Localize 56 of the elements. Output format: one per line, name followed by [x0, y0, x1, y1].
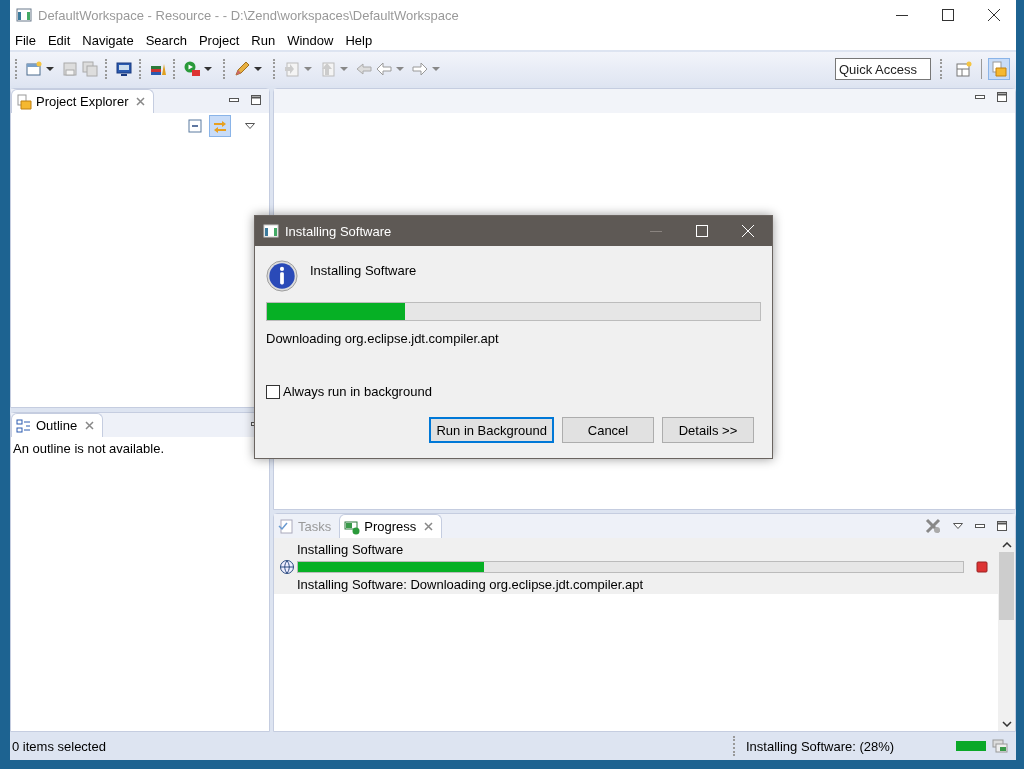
maximize-icon[interactable] — [251, 95, 261, 105]
maximize-icon[interactable] — [997, 521, 1007, 531]
caret-icon[interactable] — [46, 67, 54, 71]
scroll-down-icon[interactable] — [1001, 721, 1012, 727]
run-icon[interactable] — [184, 61, 200, 77]
stop-icon[interactable] — [974, 559, 990, 575]
menu-item[interactable]: Project — [198, 32, 240, 48]
selection-status: 0 items selected — [12, 738, 107, 754]
view-tab[interactable]: Progress — [339, 514, 443, 538]
info-icon — [266, 260, 298, 292]
maximize-icon[interactable] — [997, 92, 1007, 102]
dialog-button[interactable]: Run in Background — [429, 417, 554, 443]
caret-icon[interactable] — [204, 67, 212, 71]
menu-item[interactable]: Navigate — [82, 32, 134, 48]
folder-icon[interactable] — [988, 58, 1010, 80]
collapse-all-icon[interactable] — [187, 118, 203, 134]
dialog-heading: Installing Software — [310, 262, 417, 278]
progress-view-icon — [344, 518, 361, 535]
monitor-icon[interactable] — [116, 61, 132, 77]
menu-item[interactable]: File — [15, 32, 36, 48]
checklist-icon — [278, 518, 294, 534]
menu-item[interactable]: Help — [345, 32, 373, 48]
dialog-button[interactable]: Details >> — [662, 417, 754, 443]
view-menu-icon[interactable] — [953, 523, 963, 529]
menu-item[interactable]: Search — [145, 32, 187, 48]
dialog-button[interactable]: Cancel — [562, 417, 654, 443]
close-icon[interactable] — [988, 9, 1000, 21]
menu-item[interactable]: Window — [287, 32, 334, 48]
window-app-icon — [16, 7, 32, 23]
project-explorer-tab[interactable]: Project Explorer — [11, 89, 155, 113]
outline-icon — [16, 417, 32, 434]
folder-icon — [16, 93, 32, 110]
scroll-up-icon[interactable] — [1001, 542, 1012, 548]
window-app-icon — [263, 223, 279, 239]
quick-access-field[interactable]: Quick Access — [835, 58, 931, 80]
window-title: DefaultWorkspace - Resource - - D:\Zend\workspaces\DefaultWorkspace — [38, 7, 459, 23]
dialog-title: Installing Software — [285, 223, 392, 239]
view-menu-icon[interactable] — [245, 123, 255, 129]
pen-icon[interactable] — [234, 61, 250, 77]
outline-message: An outline is not available. — [12, 440, 166, 458]
vertical-scrollbar[interactable] — [998, 538, 1015, 731]
job-status[interactable]: Installing Software: (28%) — [746, 738, 895, 754]
forward-arrow-icon[interactable] — [412, 61, 428, 77]
background-checkbox[interactable]: Always run in background — [266, 384, 761, 399]
job-title: Installing Software — [296, 542, 405, 557]
progress-view-icon[interactable] — [992, 738, 1008, 754]
caret-icon[interactable] — [254, 67, 262, 71]
remove-all-icon[interactable] — [925, 518, 941, 534]
maximize-icon[interactable] — [942, 9, 954, 21]
outline-tab[interactable]: Outline — [11, 413, 104, 437]
job-detail: Installing Software: Downloading org.eclipse.jdt.compiler.apt — [296, 577, 645, 592]
back-arrow-icon[interactable] — [376, 61, 392, 77]
download-status: Downloading org.eclipse.jdt.compiler.apt — [266, 331, 500, 346]
globe-icon — [279, 559, 295, 575]
menu-item[interactable]: Edit — [47, 32, 71, 48]
menu-item[interactable]: Run — [251, 32, 276, 48]
